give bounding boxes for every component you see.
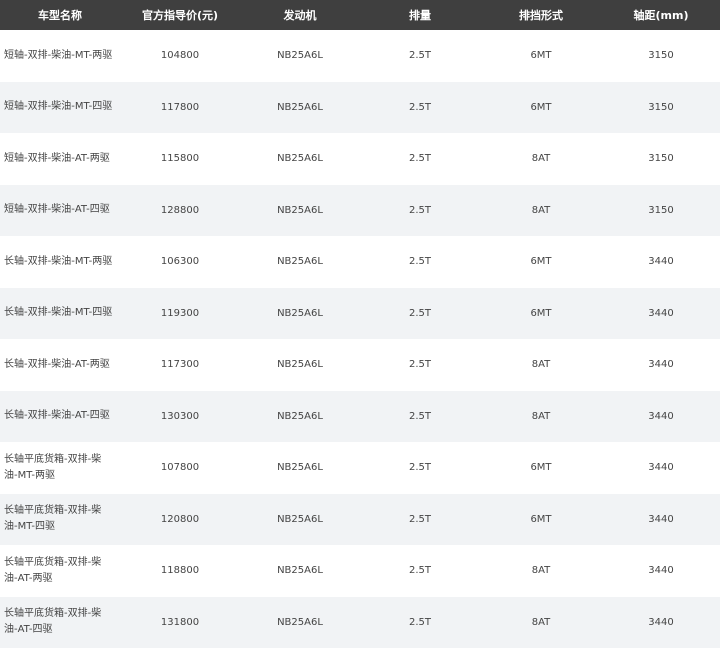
cell-model: 长轴-双排-柴油-AT-两驱 — [0, 339, 120, 391]
cell-engine: NB25A6L — [240, 442, 360, 494]
header-engine: 发动机 — [240, 0, 360, 30]
cell-engine: NB25A6L — [240, 81, 360, 133]
table-row: 短轴-双排-柴油-AT-两驱 115800 NB25A6L 2.5T 8AT 3150 — [0, 133, 720, 185]
table-row: 短轴-双排-柴油-MT-四驱 117800 NB25A6L 2.5T 6MT 3150 — [0, 81, 720, 133]
cell-wheelbase: 3150 — [602, 184, 720, 236]
cell-wheelbase: 3440 — [602, 236, 720, 288]
cell-wheelbase: 3440 — [602, 339, 720, 391]
cell-engine: NB25A6L — [240, 596, 360, 648]
table-row: 长轴-双排-柴油-MT-四驱 119300 NB25A6L 2.5T 6MT 3440 — [0, 287, 720, 339]
cell-price: 119300 — [120, 287, 240, 339]
table-row: 长轴平底货箱-双排-柴油-MT-四驱 120800 NB25A6L 2.5T 6MT 34… — [0, 493, 720, 545]
cell-engine: NB25A6L — [240, 287, 360, 339]
table-row: 长轴-双排-柴油-MT-两驱 106300 NB25A6L 2.5T 6MT 3440 — [0, 236, 720, 288]
cell-displacement: 2.5T — [360, 596, 480, 648]
table-row: 短轴-双排-柴油-MT-两驱 104800 NB25A6L 2.5T 6MT 3150 — [0, 30, 720, 82]
cell-engine: NB25A6L — [240, 545, 360, 597]
cell-engine: NB25A6L — [240, 133, 360, 185]
header-model: 车型名称 — [0, 0, 120, 30]
table-row: 长轴-双排-柴油-AT-两驱 117300 NB25A6L 2.5T 8AT 3440 — [0, 339, 720, 391]
cell-price: 118800 — [120, 545, 240, 597]
cell-transmission: 6MT — [480, 30, 602, 82]
cell-displacement: 2.5T — [360, 442, 480, 494]
header-displacement: 排量 — [360, 0, 480, 30]
cell-price: 115800 — [120, 133, 240, 185]
cell-displacement: 2.5T — [360, 133, 480, 185]
cell-displacement: 2.5T — [360, 81, 480, 133]
cell-price: 117800 — [120, 81, 240, 133]
cell-engine: NB25A6L — [240, 30, 360, 82]
cell-engine: NB25A6L — [240, 236, 360, 288]
cell-transmission: 6MT — [480, 287, 602, 339]
cell-engine: NB25A6L — [240, 339, 360, 391]
cell-wheelbase: 3440 — [602, 287, 720, 339]
cell-model: 长轴平底货箱-双排-柴油-MT-四驱 — [0, 493, 120, 545]
cell-displacement: 2.5T — [360, 390, 480, 442]
cell-wheelbase: 3440 — [602, 442, 720, 494]
cell-engine: NB25A6L — [240, 390, 360, 442]
cell-model: 短轴-双排-柴油-MT-四驱 — [0, 81, 120, 133]
cell-price: 117300 — [120, 339, 240, 391]
cell-transmission: 6MT — [480, 493, 602, 545]
cell-price: 120800 — [120, 493, 240, 545]
table-body: 短轴-双排-柴油-MT-两驱 104800 NB25A6L 2.5T 6MT 3150 短轴… — [0, 30, 720, 648]
table-row: 长轴平底货箱-双排-柴油-MT-两驱 107800 NB25A6L 2.5T 6MT 34… — [0, 442, 720, 494]
table-row: 长轴平底货箱-双排-柴油-AT-两驱 118800 NB25A6L 2.5T 8AT 34… — [0, 545, 720, 597]
table-header: 车型名称 官方指导价(元) 发动机 排量 排挡形式 轴距(mm) — [0, 0, 720, 30]
price-spec-table: 车型名称 官方指导价(元) 发动机 排量 排挡形式 轴距(mm) 短轴-双排-柴… — [0, 0, 720, 648]
cell-displacement: 2.5T — [360, 493, 480, 545]
cell-price: 130300 — [120, 390, 240, 442]
cell-transmission: 8AT — [480, 545, 602, 597]
cell-transmission: 8AT — [480, 596, 602, 648]
cell-displacement: 2.5T — [360, 545, 480, 597]
cell-displacement: 2.5T — [360, 236, 480, 288]
cell-price: 107800 — [120, 442, 240, 494]
cell-price: 104800 — [120, 30, 240, 82]
table-row: 短轴-双排-柴油-AT-四驱 128800 NB25A6L 2.5T 8AT 3150 — [0, 184, 720, 236]
cell-price: 106300 — [120, 236, 240, 288]
table-row: 长轴-双排-柴油-AT-四驱 130300 NB25A6L 2.5T 8AT 3440 — [0, 390, 720, 442]
cell-engine: NB25A6L — [240, 493, 360, 545]
cell-wheelbase: 3440 — [602, 493, 720, 545]
cell-transmission: 8AT — [480, 133, 602, 185]
cell-displacement: 2.5T — [360, 30, 480, 82]
cell-model: 短轴-双排-柴油-AT-四驱 — [0, 184, 120, 236]
cell-transmission: 8AT — [480, 390, 602, 442]
cell-transmission: 6MT — [480, 236, 602, 288]
cell-model: 长轴平底货箱-双排-柴油-AT-两驱 — [0, 545, 120, 597]
cell-wheelbase: 3440 — [602, 545, 720, 597]
cell-model: 长轴平底货箱-双排-柴油-MT-两驱 — [0, 442, 120, 494]
header-wheelbase: 轴距(mm) — [602, 0, 720, 30]
header-price: 官方指导价(元) — [120, 0, 240, 30]
cell-wheelbase: 3440 — [602, 596, 720, 648]
header-row: 车型名称 官方指导价(元) 发动机 排量 排挡形式 轴距(mm) — [0, 0, 720, 30]
cell-model: 长轴-双排-柴油-AT-四驱 — [0, 390, 120, 442]
cell-displacement: 2.5T — [360, 339, 480, 391]
cell-model: 短轴-双排-柴油-AT-两驱 — [0, 133, 120, 185]
cell-displacement: 2.5T — [360, 287, 480, 339]
cell-transmission: 6MT — [480, 81, 602, 133]
cell-wheelbase: 3150 — [602, 81, 720, 133]
cell-price: 128800 — [120, 184, 240, 236]
cell-model: 长轴平底货箱-双排-柴油-AT-四驱 — [0, 596, 120, 648]
cell-transmission: 6MT — [480, 442, 602, 494]
cell-price: 131800 — [120, 596, 240, 648]
cell-transmission: 8AT — [480, 339, 602, 391]
cell-transmission: 8AT — [480, 184, 602, 236]
header-transmission: 排挡形式 — [480, 0, 602, 30]
cell-wheelbase: 3150 — [602, 30, 720, 82]
cell-model: 长轴-双排-柴油-MT-两驱 — [0, 236, 120, 288]
cell-displacement: 2.5T — [360, 184, 480, 236]
cell-model: 短轴-双排-柴油-MT-两驱 — [0, 30, 120, 82]
cell-engine: NB25A6L — [240, 184, 360, 236]
cell-wheelbase: 3150 — [602, 133, 720, 185]
cell-wheelbase: 3440 — [602, 390, 720, 442]
cell-model: 长轴-双排-柴油-MT-四驱 — [0, 287, 120, 339]
table-row: 长轴平底货箱-双排-柴油-AT-四驱 131800 NB25A6L 2.5T 8AT 34… — [0, 596, 720, 648]
